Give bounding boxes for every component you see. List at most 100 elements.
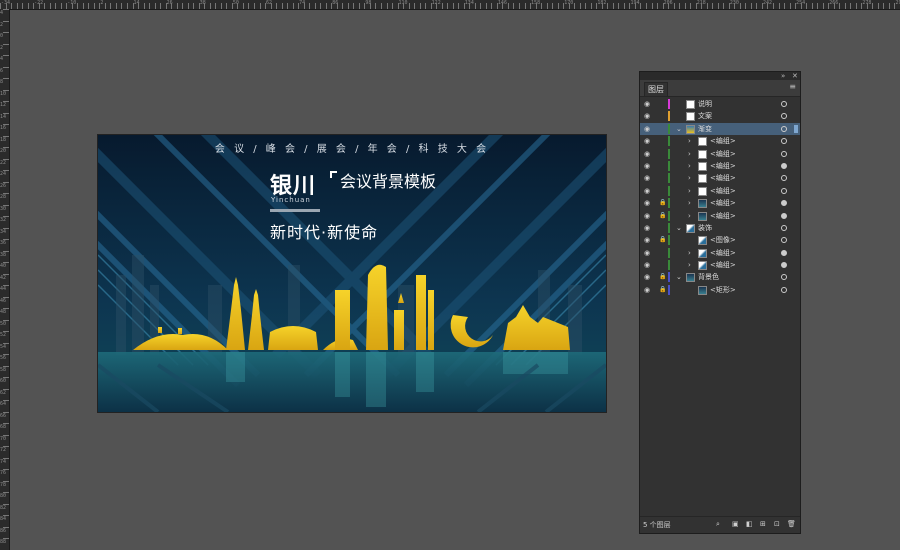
target-circle-icon[interactable]: [781, 162, 787, 169]
layer-row[interactable]: ◉ 🔒 <矩形>: [640, 284, 800, 296]
layer-row[interactable]: ◉ ⌄ 装饰: [640, 222, 800, 234]
chevron-down-icon[interactable]: ⌄: [676, 123, 682, 135]
new-layer-icon[interactable]: ⊡: [774, 520, 780, 528]
vertical-ruler[interactable]: 4 2 0 2 4 6 8 10 12 14 16 18 20 22 24 26 28 30 32 34 36 38 40 4…: [0, 9, 10, 550]
target-circle-icon[interactable]: [781, 101, 787, 107]
visibility-eye-icon[interactable]: ◉: [644, 234, 650, 246]
lock-icon[interactable]: 🔒: [659, 234, 666, 246]
target-circle-icon[interactable]: [781, 274, 787, 281]
layer-name[interactable]: <编组>: [710, 259, 736, 271]
target-circle-icon[interactable]: [781, 187, 787, 194]
lock-icon[interactable]: 🔒: [659, 271, 666, 283]
new-sublayer-icon[interactable]: ⊞: [760, 520, 766, 528]
layer-row[interactable]: ◉ › <编组>: [640, 185, 800, 197]
visibility-eye-icon[interactable]: ◉: [644, 123, 650, 135]
visibility-eye-icon[interactable]: ◉: [644, 284, 650, 296]
visibility-eye-icon[interactable]: ◉: [644, 110, 650, 122]
layer-name[interactable]: <编组>: [710, 197, 736, 209]
chevron-down-icon[interactable]: ⌄: [676, 271, 682, 283]
horizontal-ruler[interactable]: -34-22-102142638506274869811012213414615…: [0, 0, 900, 10]
visibility-eye-icon[interactable]: ◉: [644, 98, 650, 110]
target-circle-icon[interactable]: [781, 212, 787, 219]
chevron-right-icon[interactable]: ›: [688, 210, 691, 222]
layer-row[interactable]: ◉ 说明: [640, 98, 800, 110]
chevron-right-icon[interactable]: ›: [688, 172, 691, 184]
target-circle-icon[interactable]: [781, 150, 787, 157]
target-circle-icon[interactable]: [781, 138, 787, 145]
layer-name[interactable]: 背景色: [698, 271, 719, 283]
visibility-eye-icon[interactable]: ◉: [644, 197, 650, 209]
layer-row[interactable]: ◉ › <编组>: [640, 259, 800, 271]
visibility-eye-icon[interactable]: ◉: [644, 271, 650, 283]
target-circle-icon[interactable]: [781, 113, 787, 120]
search-icon[interactable]: ⌕: [716, 520, 720, 529]
target-circle-icon[interactable]: [781, 175, 787, 182]
panel-menu-icon[interactable]: ≡: [789, 82, 796, 91]
layer-name[interactable]: 文案: [698, 110, 712, 122]
layer-row[interactable]: ◉ ⌄ 渐变: [640, 122, 800, 136]
lock-icon[interactable]: 🔒: [659, 210, 666, 222]
chevron-right-icon[interactable]: ›: [688, 197, 691, 209]
target-circle-icon[interactable]: [781, 237, 787, 244]
layer-name[interactable]: <编组>: [710, 135, 736, 147]
visibility-eye-icon[interactable]: ◉: [644, 222, 650, 234]
layer-row[interactable]: ◉ › <编组>: [640, 172, 800, 184]
chevron-right-icon[interactable]: ›: [688, 185, 691, 197]
layer-name[interactable]: <编组>: [710, 185, 736, 197]
delete-icon[interactable]: 🗑: [787, 520, 796, 528]
visibility-eye-icon[interactable]: ◉: [644, 210, 650, 222]
ruler-tick: [77, 3, 79, 9]
chevron-right-icon[interactable]: ›: [688, 148, 691, 160]
visibility-eye-icon[interactable]: ◉: [644, 185, 650, 197]
close-icon[interactable]: ✕: [792, 72, 798, 80]
layer-name[interactable]: 说明: [698, 98, 712, 110]
layer-row[interactable]: ◉ 文案: [640, 110, 800, 122]
layer-name[interactable]: <图像>: [710, 234, 736, 246]
layer-name[interactable]: <矩形>: [710, 284, 736, 296]
visibility-eye-icon[interactable]: ◉: [644, 259, 650, 271]
layer-name[interactable]: <编组>: [710, 148, 736, 160]
chevron-right-icon[interactable]: ›: [688, 259, 691, 271]
target-circle-icon[interactable]: [781, 249, 787, 256]
visibility-eye-icon[interactable]: ◉: [644, 172, 650, 184]
layer-name[interactable]: 装饰: [698, 222, 712, 234]
panel-header: 图层 ≡: [640, 80, 800, 97]
chevron-down-icon[interactable]: ⌄: [676, 222, 682, 234]
target-circle-icon[interactable]: [781, 286, 787, 293]
visibility-eye-icon[interactable]: ◉: [644, 135, 650, 147]
visibility-eye-icon[interactable]: ◉: [644, 148, 650, 160]
chevron-right-icon[interactable]: ›: [688, 160, 691, 172]
layer-name[interactable]: <编组>: [710, 172, 736, 184]
layer-name[interactable]: <编组>: [710, 210, 736, 222]
lock-icon[interactable]: 🔒: [659, 197, 666, 209]
layer-row[interactable]: ◉ 🔒 ⌄ 背景色: [640, 271, 800, 283]
target-circle-icon[interactable]: [781, 224, 787, 231]
layer-row[interactable]: ◉ 🔒 <图像>: [640, 234, 800, 246]
collect-export-icon[interactable]: ▣: [732, 520, 739, 528]
tab-layers[interactable]: 图层: [644, 82, 668, 96]
artboard[interactable]: 会 议 / 峰 会 / 展 会 / 年 会 / 科 技 大 会 银川 Yinch…: [98, 135, 606, 412]
clipping-mask-icon[interactable]: ◧: [746, 520, 753, 528]
layers-panel[interactable]: » ✕ 图层 ≡ ◉ 说明 ◉ 文案 ◉ ⌄ 渐变 ◉ › <编组> ◉ › <编组> ◉ › <编组> ◉ › <…: [639, 71, 801, 534]
target-circle-icon[interactable]: [781, 200, 787, 207]
layer-name[interactable]: <编组>: [710, 160, 736, 172]
collapse-icon[interactable]: »: [781, 72, 785, 80]
layer-row[interactable]: ◉ › <编组>: [640, 135, 800, 147]
target-circle-icon[interactable]: [781, 125, 787, 132]
layer-name[interactable]: <编组>: [710, 247, 736, 259]
layer-row[interactable]: ◉ 🔒 › <编组>: [640, 210, 800, 222]
visibility-eye-icon[interactable]: ◉: [644, 247, 650, 259]
layer-row[interactable]: ◉ › <编组>: [640, 247, 800, 259]
chevron-right-icon[interactable]: ›: [688, 135, 691, 147]
ruler-label: 82: [0, 504, 7, 511]
visibility-eye-icon[interactable]: ◉: [644, 160, 650, 172]
layer-name[interactable]: 渐变: [698, 123, 712, 135]
chevron-right-icon[interactable]: ›: [688, 247, 691, 259]
target-circle-icon[interactable]: [781, 262, 787, 269]
layer-row[interactable]: ◉ › <编组>: [640, 148, 800, 160]
lock-icon[interactable]: 🔒: [659, 284, 666, 296]
layer-color-bar: [668, 185, 670, 196]
panel-titlebar[interactable]: » ✕: [640, 72, 800, 80]
layer-row[interactable]: ◉ › <编组>: [640, 160, 800, 172]
layer-row[interactable]: ◉ 🔒 › <编组>: [640, 197, 800, 209]
